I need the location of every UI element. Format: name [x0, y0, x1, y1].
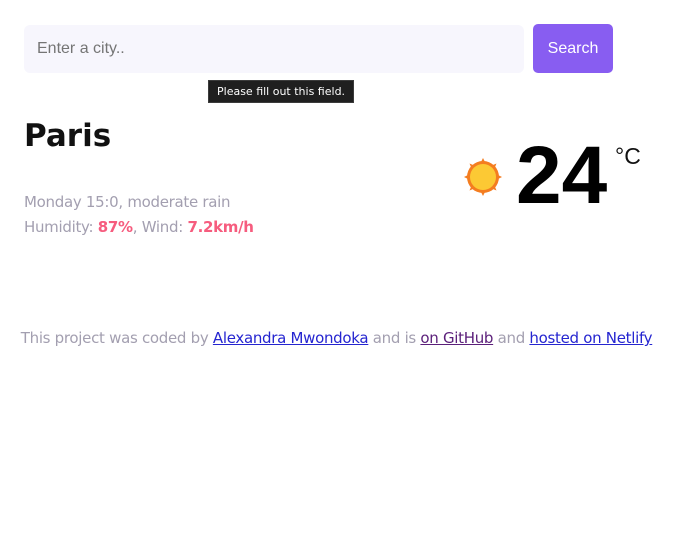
humidity-value: 87% [97, 218, 133, 236]
netlify-link[interactable]: hosted on Netlify [529, 329, 652, 347]
weather-details: Monday 15:0, moderate rain Humidity: 87%… [24, 190, 254, 240]
weather-app: Search Please fill out this field. Paris… [0, 0, 673, 553]
date-description-line: Monday 15:0, moderate rain [24, 193, 231, 211]
author-link[interactable]: Alexandra Mwondoka [213, 329, 369, 347]
footer-and: and [497, 329, 526, 347]
city-name: Paris [24, 118, 112, 154]
city-search-input[interactable] [24, 25, 524, 73]
humidity-label: Humidity: [24, 218, 94, 236]
wind-label: Wind: [141, 218, 184, 236]
search-button[interactable]: Search [533, 24, 613, 73]
footer-prefix: This project was coded by [20, 329, 209, 347]
temperature-unit: °C [615, 143, 641, 169]
weather-description: moderate rain [127, 193, 231, 211]
sun-icon [464, 158, 502, 196]
validation-tooltip: Please fill out this field. [208, 80, 355, 103]
temperature-value: 24 [516, 130, 608, 221]
footer-middle: and is [372, 329, 416, 347]
wind-value: 7.2km/h [187, 218, 254, 236]
github-link[interactable]: on GitHub [420, 329, 493, 347]
datetime: Monday 15:0 [24, 193, 119, 211]
footer: This project was coded by Alexandra Mwon… [10, 326, 663, 351]
humidity-wind-line: Humidity: 87%, Wind: 7.2km/h [24, 218, 254, 236]
